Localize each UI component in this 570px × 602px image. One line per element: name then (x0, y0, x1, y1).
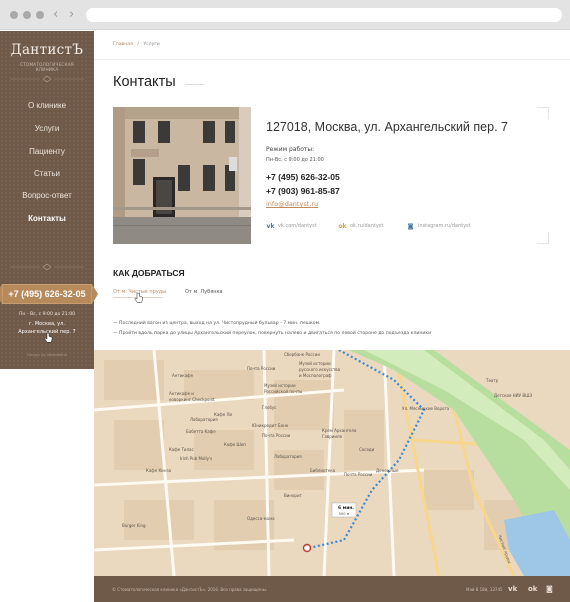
directions-title: КАК ДОБРАТЬСЯ (113, 268, 185, 278)
window-maximize-dot[interactable] (36, 11, 44, 19)
sidebar-phone-button[interactable]: +7 (495) 626-32-05 (0, 284, 98, 304)
window-close-dot[interactable] (10, 11, 18, 19)
map-poi-label[interactable]: Почта России (262, 433, 290, 438)
map-poi-label[interactable]: коворкинг Checkpoint (169, 397, 215, 402)
phone-primary[interactable]: +7 (495) 626-32-05 (266, 172, 340, 182)
footer: © Стоматологическая клиника «ДантистЪ», … (94, 576, 570, 602)
building-photo (113, 107, 251, 244)
map-poi-label[interactable]: Лаборатория (274, 454, 302, 459)
menu-item-about[interactable]: О клинике (0, 101, 94, 110)
menu-item-contacts[interactable]: Контакты (0, 214, 94, 223)
site-logo[interactable]: ДантистЪ (0, 42, 94, 58)
map-poi-label[interactable]: Ул. Мясницкие Ворота (402, 406, 449, 411)
map-poi-label[interactable]: Глобус (262, 405, 276, 410)
map-poi-label[interactable]: Burger King (122, 523, 146, 528)
map-poi-label[interactable]: Бабетта Кафе (186, 429, 216, 434)
sidebar-hours: Пн - Вс, с 9:00 до 21:00 (18, 312, 76, 317)
map-poi-label[interactable]: русского искусства (299, 367, 340, 372)
email-link[interactable]: info@dantyst.ru (266, 200, 318, 208)
menu-item-faq[interactable]: Вопрос-ответ (0, 191, 94, 200)
odnoklassniki-icon: ok (338, 223, 347, 230)
ornament-divider-icon (10, 263, 84, 271)
map-poi-label[interactable]: Лаборатория (190, 417, 218, 422)
map-poi-label[interactable]: Сбербанк России (284, 352, 320, 357)
contact-address: 127018, Москва, ул. Архангельский пер. 7 (266, 120, 508, 134)
browser-toolbar: ‹ › (0, 0, 570, 30)
mouse-cursor-icon (44, 332, 53, 343)
map-canvas[interactable]: 6 мин. 500 м (94, 350, 570, 576)
tab-route-lubyanka[interactable]: От м. Лубянка (185, 289, 223, 295)
title-decor-line (185, 84, 205, 85)
clinic-location-pin (302, 543, 312, 553)
map-poi-label[interactable]: Библиотека (310, 468, 335, 473)
hand-cursor-icon (134, 292, 143, 303)
menu-item-articles[interactable]: Статьи (0, 169, 94, 178)
map-poi-label[interactable]: Кофе Шоп (224, 442, 246, 447)
map-poi-label[interactable]: Почта России (247, 366, 275, 371)
map-poi-label[interactable]: Юникредит Банк (252, 423, 288, 428)
map-poi-label[interactable]: Винорит (284, 493, 302, 498)
sidebar-empty-area (0, 369, 94, 602)
footer-copyright: © Стоматологическая клиника «ДантистЪ», … (112, 587, 268, 592)
map-poi-label[interactable]: Антикафе и (169, 391, 194, 396)
social-label: instagram.ru/dantyst (418, 223, 471, 229)
design-credit[interactable]: Design by Webdefine (0, 352, 94, 357)
walk-time-label: 6 мин. (338, 505, 354, 511)
breadcrumb: Главная / Услуги (113, 42, 160, 47)
map-poi-label[interactable]: Гаврииля (322, 434, 342, 439)
logo-subtitle: СТОМАТОЛОГИЧЕСКАЯ КЛИНИКА (20, 62, 74, 73)
ornament-divider-icon (10, 75, 84, 83)
direction-step: — Последний вагон из центра, выход на ул… (113, 321, 321, 326)
window-minimize-dot[interactable] (23, 11, 31, 19)
map-poi-label[interactable]: Денежные (376, 468, 399, 473)
map-poi-label[interactable]: и Мосполограф (299, 373, 332, 378)
social-label: vk.com/dantyst (278, 223, 317, 229)
menu-item-patients[interactable]: Пациенту (0, 147, 94, 156)
vk-icon: vk (266, 223, 275, 230)
back-arrow-icon[interactable]: ‹ (53, 7, 58, 22)
map-poi-label[interactable]: Крем Архангела (322, 428, 356, 433)
sidebar-address-line1: г. Москва, ул. (29, 321, 65, 327)
map-poi-label[interactable]: Музей истории (299, 361, 331, 366)
map-poi-label[interactable]: Детская НИУ ВШЭ (494, 393, 532, 398)
odnoklassniki-icon[interactable]: ok (528, 585, 537, 593)
sidebar: ДантистЪ СТОМАТОЛОГИЧЕСКАЯ КЛИНИКА О кли… (0, 31, 98, 369)
forward-arrow-icon[interactable]: › (69, 7, 74, 22)
header-divider (94, 59, 570, 60)
card-corner-decor (537, 232, 549, 244)
social-link-ok[interactable]: ok ok.ru/dantyst (338, 222, 383, 231)
breadcrumb-home[interactable]: Главная (113, 42, 133, 47)
phone-secondary[interactable]: +7 (903) 961-85-87 (266, 186, 340, 196)
social-link-vk[interactable]: vk vk.com/dantyst (266, 222, 317, 231)
address-bar[interactable] (86, 8, 562, 22)
hours-title: Режим работы: (266, 146, 315, 153)
breadcrumb-separator: / (137, 42, 139, 47)
map-poi-label[interactable]: Irish Pub Molly's (180, 456, 212, 461)
footer-credit[interactable]: Май 8 18й, 13745 (466, 587, 503, 592)
map-poi-label[interactable]: Одесса-мама (247, 516, 275, 521)
map-poi-label[interactable]: Соседи (359, 447, 374, 452)
breadcrumb-current: Услуги (143, 42, 160, 47)
vk-icon[interactable]: vk (508, 585, 517, 593)
social-label: ok.ru/dantyst (350, 223, 384, 229)
menu-item-services[interactable]: Услуги (0, 124, 94, 133)
instagram-icon: ◙ (407, 223, 414, 230)
walk-distance-label: 500 м (339, 512, 350, 516)
page-title: Контакты (113, 74, 176, 90)
instagram-icon[interactable]: ◙ (546, 585, 553, 593)
map-poi-label[interactable]: Антикафе (172, 373, 193, 378)
social-link-instagram[interactable]: ◙ instagram.ru/dantyst (406, 222, 471, 231)
hours-value: Пн-Вс, с 9:00 до 21:00 (266, 157, 324, 163)
map-poi-label[interactable]: Кафе Кинза (146, 468, 171, 473)
map-poi-label[interactable]: Российской почты (264, 389, 302, 394)
card-corner-decor (537, 107, 549, 119)
direction-step: — Пройти вдоль парка до улицы Архангельс… (113, 331, 432, 336)
map-poi-label[interactable]: Кафе Тилас (169, 447, 194, 452)
map-poi-label[interactable]: Театр (486, 378, 498, 383)
location-map[interactable]: 6 мин. 500 м Сбербанк России Почта Росси… (94, 350, 570, 576)
map-poi-label[interactable]: Почта России (344, 472, 372, 477)
map-poi-label[interactable]: Музей истории (264, 383, 296, 388)
